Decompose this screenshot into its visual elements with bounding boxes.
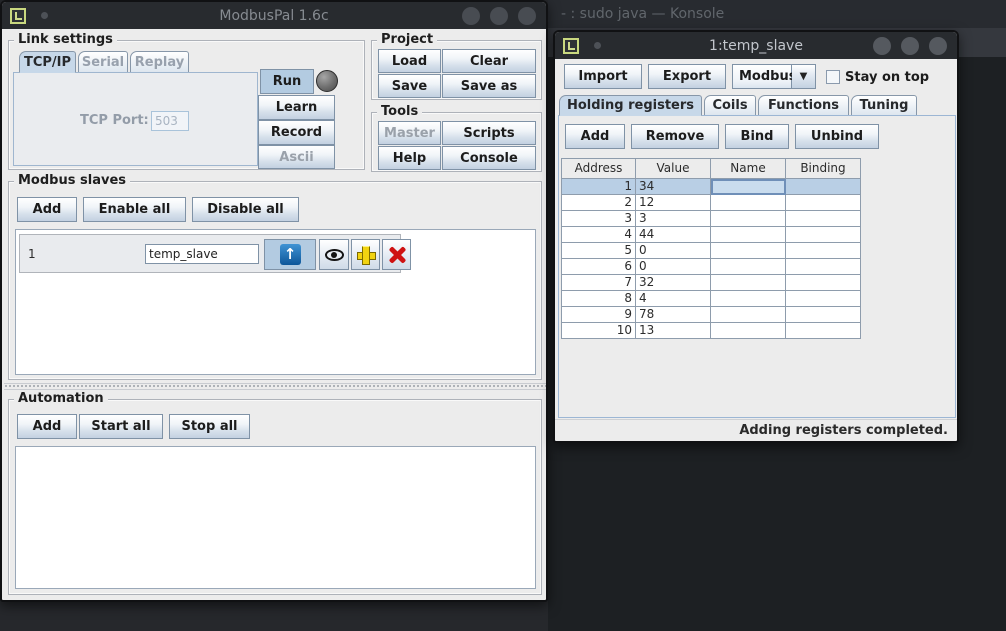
column-header-binding[interactable]: Binding (786, 159, 861, 179)
table-header-row: Address Value Name Binding (562, 159, 861, 179)
window-icon (10, 8, 26, 24)
registers-table: Address Value Name Binding 1 34 2 12 3 3 (561, 158, 861, 339)
export-button[interactable]: Export (648, 64, 726, 89)
table-row[interactable]: 8 4 (562, 291, 861, 307)
save-as-button[interactable]: Save as (442, 74, 536, 98)
table-row[interactable]: 2 12 (562, 195, 861, 211)
link-settings-legend: Link settings (14, 32, 117, 47)
maximize-button[interactable] (901, 37, 919, 55)
table-row[interactable]: 7 32 (562, 275, 861, 291)
tcpip-panel: TCP Port: (13, 72, 258, 166)
help-button[interactable]: Help (378, 146, 441, 170)
tab-replay: Replay (130, 51, 189, 73)
slave-name-field[interactable] (145, 244, 259, 264)
stay-on-top-label: Stay on top (845, 70, 929, 85)
save-button[interactable]: Save (378, 74, 441, 98)
focused-cell[interactable] (711, 179, 786, 195)
automation-legend: Automation (14, 391, 108, 406)
slave-add-button[interactable]: Add (17, 197, 77, 222)
link-settings-group: Link settings TCP/IP Serial Replay TCP P… (8, 40, 365, 170)
column-header-value[interactable]: Value (636, 159, 711, 179)
modbuspal-window: ModbusPal 1.6c Link settings TCP/IP Seri… (0, 0, 548, 602)
plus-icon (357, 246, 375, 264)
tab-tcpip[interactable]: TCP/IP (19, 51, 76, 73)
register-bind-button[interactable]: Bind (725, 124, 789, 149)
slave-delete-button[interactable] (382, 239, 411, 270)
disable-all-button[interactable]: Disable all (192, 197, 299, 222)
minimize-button[interactable] (462, 7, 480, 25)
register-remove-button[interactable]: Remove (631, 124, 719, 149)
table-row[interactable]: 3 3 (562, 211, 861, 227)
table-row[interactable]: 5 0 (562, 243, 861, 259)
konsole-titlebar[interactable]: - : sudo java — Konsole (548, 0, 1006, 28)
slaves-list: 1 ↑ (15, 229, 536, 375)
table-row[interactable]: 6 0 (562, 259, 861, 275)
project-legend: Project (377, 32, 437, 47)
automation-add-button[interactable]: Add (17, 414, 77, 439)
clear-button[interactable]: Clear (442, 49, 536, 73)
record-button[interactable]: Record (258, 120, 335, 145)
import-button[interactable]: Import (564, 64, 642, 89)
holding-registers-panel: Add Remove Bind Unbind Address Value Nam… (558, 115, 956, 418)
modbus-slaves-legend: Modbus slaves (14, 173, 130, 188)
table-row[interactable]: 9 78 (562, 307, 861, 323)
column-header-name[interactable]: Name (711, 159, 786, 179)
menu-dot-icon[interactable] (41, 12, 48, 19)
table-row[interactable]: 1 34 (562, 179, 861, 195)
load-button[interactable]: Load (378, 49, 441, 73)
tcp-port-field (151, 111, 189, 131)
register-add-button[interactable]: Add (565, 124, 625, 149)
tab-functions[interactable]: Functions (758, 95, 849, 116)
slave-row[interactable]: 1 ↑ (19, 234, 401, 273)
eye-icon (325, 249, 344, 261)
console-button[interactable]: Console (442, 146, 536, 170)
column-header-address[interactable]: Address (562, 159, 636, 179)
up-arrow-icon: ↑ (280, 244, 301, 265)
run-button[interactable]: Run (260, 69, 314, 94)
tab-coils[interactable]: Coils (704, 95, 756, 116)
master-button: Master (378, 121, 441, 145)
konsole-title: - : sudo java — Konsole (561, 6, 724, 22)
automation-list (15, 446, 536, 589)
status-message: Adding registers completed. (739, 423, 948, 438)
menu-dot-icon[interactable] (594, 42, 601, 49)
tools-legend: Tools (377, 104, 422, 119)
tab-holding-registers[interactable]: Holding registers (559, 95, 702, 116)
stop-all-button[interactable]: Stop all (169, 414, 250, 439)
tab-serial: Serial (78, 51, 128, 73)
slave-register-window: 1:temp_slave Import Export Modbus ▼ Stay… (553, 30, 959, 443)
tab-tuning[interactable]: Tuning (851, 95, 917, 116)
table-row[interactable]: 4 44 (562, 227, 861, 243)
slave-window-titlebar[interactable]: 1:temp_slave (555, 32, 957, 59)
modbuspal-titlebar[interactable]: ModbusPal 1.6c (2, 2, 546, 29)
minimize-button[interactable] (873, 37, 891, 55)
start-all-button[interactable]: Start all (79, 414, 163, 439)
binding-class-combobox[interactable]: Modbus (732, 64, 792, 89)
close-button[interactable] (518, 7, 536, 25)
x-cross-icon (388, 246, 406, 264)
enable-all-button[interactable]: Enable all (83, 197, 186, 222)
maximize-button[interactable] (490, 7, 508, 25)
slave-view-button[interactable] (319, 239, 349, 270)
project-group: Project Load Clear Save Save as (371, 40, 542, 100)
chevron-down-icon[interactable]: ▼ (792, 64, 816, 89)
slave-enable-toggle[interactable]: ↑ (264, 239, 316, 270)
slave-id: 1 (28, 247, 36, 261)
status-bar: Adding registers completed. (555, 419, 957, 441)
slave-tuner-button[interactable] (351, 239, 380, 270)
register-unbind-button[interactable]: Unbind (795, 124, 879, 149)
tcp-port-label: TCP Port: (80, 113, 149, 128)
tools-group: Tools Master Scripts Help Console (371, 112, 542, 172)
ascii-button: Ascii (258, 145, 335, 169)
window-icon (563, 38, 579, 54)
scripts-button[interactable]: Scripts (442, 121, 536, 145)
table-row[interactable]: 10 13 (562, 323, 861, 339)
learn-button[interactable]: Learn (258, 95, 335, 120)
stay-on-top-checkbox[interactable] (826, 70, 840, 84)
run-status-led (316, 70, 338, 92)
modbus-slaves-group: Modbus slaves Add Enable all Disable all… (8, 181, 542, 380)
close-button[interactable] (929, 37, 947, 55)
splitter-handle[interactable] (4, 383, 546, 390)
automation-group: Automation Add Start all Stop all (8, 399, 542, 595)
